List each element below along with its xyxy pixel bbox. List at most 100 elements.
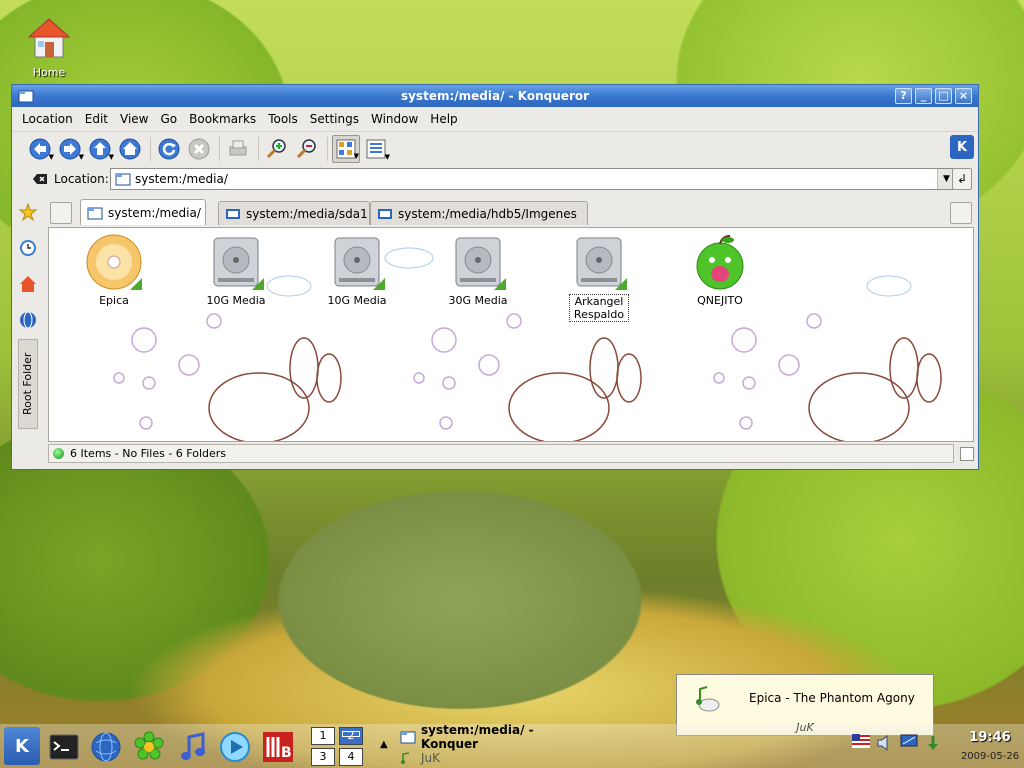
back-button[interactable]: ▼: [26, 135, 54, 163]
home-icon: [119, 138, 141, 159]
terminal-launcher[interactable]: [47, 730, 81, 764]
zoom-out-button[interactable]: [293, 135, 321, 163]
status-checkbox[interactable]: [960, 447, 974, 461]
browser-launcher[interactable]: [89, 730, 123, 764]
pager-desktop-4[interactable]: 4: [339, 748, 363, 766]
harddisk-icon: [571, 232, 627, 292]
printer-icon: [229, 140, 247, 155]
clock-time: 19:46: [969, 730, 1011, 745]
task-konqueror[interactable]: system:/media/ - Konquer: [400, 723, 590, 751]
taskbar-arrow-up-icon[interactable]: ▲: [380, 739, 388, 750]
system-tray: [852, 734, 942, 752]
kmenu-button[interactable]: K: [4, 727, 40, 765]
sidebar-root-folder-tab[interactable]: Root Folder: [18, 339, 38, 429]
history-clock-icon[interactable]: [18, 237, 38, 259]
display-icon[interactable]: [900, 734, 918, 752]
menu-settings[interactable]: Settings: [304, 112, 365, 126]
desktop-home-label: Home: [32, 66, 66, 79]
minimize-button[interactable]: _: [915, 88, 932, 104]
juk-icon: [400, 751, 416, 765]
icq-launcher[interactable]: [132, 730, 166, 764]
reload-icon: [158, 138, 180, 159]
toolbar-separator: [327, 136, 328, 161]
tab-media-sda1[interactable]: system:/media/sda1: [218, 201, 370, 225]
icon-view-button[interactable]: ▼: [332, 134, 360, 163]
icon-view[interactable]: Epica 10G Media 10G Media 30G Media Arka…: [48, 227, 974, 442]
volume-icon[interactable]: [876, 734, 894, 752]
tab-label: system:/media/hdb5/Imgenes: [398, 206, 577, 221]
green-apple-icon: [692, 232, 748, 292]
music-player-launcher[interactable]: [175, 730, 209, 764]
main-toolbar: ▼ ▼ ▼ ▼ ▼ K: [12, 131, 978, 165]
reload-button[interactable]: [155, 135, 183, 163]
desktop-home-icon[interactable]: Home: [22, 16, 76, 79]
tilib-launcher[interactable]: B: [261, 730, 295, 764]
file-item-10g-media-1[interactable]: 10G Media: [195, 232, 277, 307]
list-view-button[interactable]: ▼: [362, 135, 390, 163]
keyboard-flag-icon[interactable]: [852, 734, 870, 752]
forward-button[interactable]: ▼: [56, 135, 84, 163]
menu-bookmarks[interactable]: Bookmarks: [183, 112, 262, 126]
close-tab-button[interactable]: [950, 202, 972, 224]
tab-media-hdb5-imgenes[interactable]: system:/media/hdb5/Imgenes: [370, 201, 588, 225]
menu-location[interactable]: Location: [16, 112, 79, 126]
tab-media[interactable]: system:/media/: [80, 199, 206, 225]
menu-window[interactable]: Window: [365, 112, 424, 126]
harddisk-icon: [329, 232, 385, 292]
clock[interactable]: 19:46 2009-05-26: [958, 730, 1022, 762]
download-arrow-icon[interactable]: [924, 734, 942, 752]
network-globe-icon[interactable]: [18, 309, 38, 331]
file-label: 10G Media: [206, 294, 266, 307]
status-led-icon: [53, 448, 64, 459]
print-button[interactable]: [224, 135, 252, 163]
new-tab-button[interactable]: [50, 202, 72, 224]
window-titlebar[interactable]: system:/media/ - Konqueror ? _ □ ×: [12, 85, 978, 107]
clear-location-icon[interactable]: [32, 171, 48, 187]
file-item-30g-media[interactable]: 30G Media: [437, 232, 519, 307]
menu-go[interactable]: Go: [155, 112, 184, 126]
menu-help[interactable]: Help: [424, 112, 463, 126]
file-item-arkangel-respaldo[interactable]: Arkangel Respaldo: [558, 232, 640, 322]
menu-view[interactable]: View: [114, 112, 154, 126]
help-button[interactable]: ?: [895, 88, 912, 104]
file-label: Arkangel Respaldo: [569, 294, 629, 322]
menu-edit[interactable]: Edit: [79, 112, 114, 126]
pager-desktop-3[interactable]: 3: [311, 748, 335, 766]
kde-throbber-icon[interactable]: K: [950, 135, 974, 159]
konqueror-window: system:/media/ - Konqueror ? _ □ × Locat…: [11, 84, 979, 470]
zoom-out-icon: [296, 138, 316, 158]
pager-desktop-1[interactable]: 1: [311, 727, 335, 745]
location-bar: Location: system:/media/ ▼ ↲: [12, 165, 978, 193]
tab-label: system:/media/sda1: [246, 206, 368, 221]
drive-icon: [377, 207, 393, 221]
location-input[interactable]: system:/media/ ▼: [110, 168, 956, 190]
file-item-qnejito[interactable]: QNEJITO: [679, 232, 761, 307]
clock-date: 2009-05-26: [960, 751, 1020, 762]
desktop-pager: 1 2 3 4: [311, 727, 367, 767]
go-button[interactable]: ↲: [952, 168, 972, 190]
task-juk[interactable]: JuK: [400, 749, 440, 767]
tab-label: system:/media/: [108, 205, 201, 220]
file-item-10g-media-2[interactable]: 10G Media: [316, 232, 398, 307]
music-note-icon: [181, 732, 205, 760]
pager-desktop-2[interactable]: 2: [339, 727, 363, 745]
folder-icon: [115, 172, 131, 186]
file-label: Epica: [99, 294, 129, 307]
home-folder-icon[interactable]: [18, 273, 38, 295]
menu-tools[interactable]: Tools: [262, 112, 304, 126]
file-label: 30G Media: [448, 294, 508, 307]
maximize-button[interactable]: □: [935, 88, 952, 104]
up-button[interactable]: ▼: [86, 135, 114, 163]
close-button[interactable]: ×: [955, 88, 972, 104]
file-item-epica[interactable]: Epica: [73, 232, 155, 307]
terminal-icon: [49, 734, 79, 760]
globe-icon: [91, 732, 121, 762]
media-player-launcher[interactable]: [218, 730, 252, 764]
zoom-in-button[interactable]: [263, 135, 291, 163]
toolbar-separator: [258, 136, 259, 161]
folder-icon: [87, 206, 103, 220]
flower-icon: [134, 731, 164, 760]
home-button[interactable]: [116, 135, 144, 163]
bookmarks-star-icon[interactable]: [18, 201, 38, 223]
stop-button[interactable]: [185, 135, 213, 163]
